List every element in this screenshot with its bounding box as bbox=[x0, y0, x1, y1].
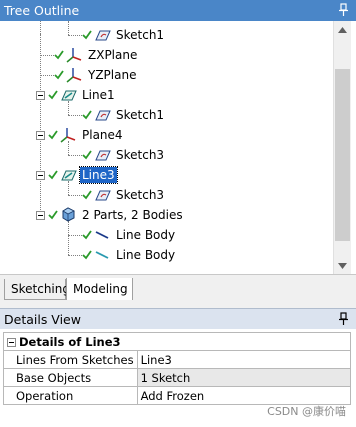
property-value[interactable]: Line3 bbox=[136, 350, 352, 369]
check-icon bbox=[54, 70, 64, 80]
details-group-row[interactable]: Details of Line3 bbox=[3, 332, 351, 351]
line-feature-icon bbox=[61, 90, 77, 101]
details-row-lines-from-sketches[interactable]: Lines From Sketches Line3 bbox=[3, 350, 352, 369]
tree-node-yzplane[interactable]: YZPlane bbox=[54, 65, 138, 85]
tree-node-line1[interactable]: Line1 bbox=[48, 85, 117, 105]
property-name: Base Objects bbox=[3, 368, 138, 387]
tree-node-line-body-1[interactable]: Line Body bbox=[82, 225, 177, 245]
check-icon bbox=[48, 170, 58, 180]
details-row-base-objects[interactable]: Base Objects 1 Sketch bbox=[3, 368, 352, 387]
details-group-title: Details of Line3 bbox=[19, 334, 121, 349]
plane-axes-icon bbox=[60, 128, 76, 143]
tree-node-sketch1-child[interactable]: Sketch1 bbox=[82, 105, 166, 125]
check-icon bbox=[82, 30, 92, 40]
tab-label: Modeling bbox=[73, 282, 128, 296]
expander-line3[interactable] bbox=[36, 171, 45, 180]
property-name: Lines From Sketches bbox=[3, 350, 138, 369]
tree-node-sketch3-child[interactable]: Sketch3 bbox=[82, 185, 166, 205]
sketch-icon bbox=[95, 190, 111, 201]
tab-label: Sketching bbox=[11, 282, 70, 296]
check-icon bbox=[82, 190, 92, 200]
details-table: Details of Line3 Lines From Sketches Lin… bbox=[3, 332, 352, 405]
tree-node-parts-bodies[interactable]: 2 Parts, 2 Bodies bbox=[48, 205, 185, 225]
tree-node-label: Line1 bbox=[82, 88, 115, 102]
tree-node-label: ZXPlane bbox=[88, 48, 138, 62]
expander-line1[interactable] bbox=[36, 91, 45, 100]
tree-node-label: YZPlane bbox=[88, 68, 137, 82]
sketch-icon bbox=[95, 30, 111, 41]
tree-outline-title: Tree Outline bbox=[4, 3, 80, 18]
parts-bodies-icon bbox=[62, 207, 75, 222]
details-row-operation[interactable]: Operation Add Frozen bbox=[3, 386, 352, 405]
property-value[interactable]: Add Frozen bbox=[136, 386, 352, 405]
tree-node-label: Line Body bbox=[116, 248, 176, 262]
check-icon bbox=[82, 110, 92, 120]
expander-plane4[interactable] bbox=[36, 131, 45, 140]
tree-node-label: Sketch3 bbox=[116, 148, 165, 162]
tree-node-label: Sketch1 bbox=[116, 108, 165, 122]
details-grid: Details of Line3 Lines From Sketches Lin… bbox=[0, 329, 356, 427]
sketch-icon bbox=[95, 150, 111, 161]
details-view-title: Details View bbox=[4, 311, 81, 327]
check-icon bbox=[48, 210, 58, 220]
tree-outline-header: Tree Outline bbox=[0, 0, 356, 21]
line-body-icon bbox=[95, 231, 109, 239]
check-icon bbox=[54, 50, 64, 60]
property-name: Operation bbox=[3, 386, 138, 405]
pin-icon[interactable] bbox=[338, 3, 350, 17]
tree-node-sketch3[interactable]: Sketch3 bbox=[82, 145, 166, 165]
plane-axes-icon bbox=[66, 48, 82, 63]
collapse-icon[interactable] bbox=[7, 337, 16, 347]
tree-node-label: Sketch1 bbox=[116, 28, 165, 42]
property-value[interactable]: 1 Sketch bbox=[136, 368, 352, 387]
tree-node-zxplane[interactable]: ZXPlane bbox=[54, 45, 139, 65]
scroll-down-arrow-icon[interactable] bbox=[334, 257, 351, 274]
sketch-icon bbox=[95, 110, 111, 121]
expander-parts-bodies[interactable] bbox=[36, 211, 45, 220]
tree-node-sketch1[interactable]: Sketch1 bbox=[82, 25, 166, 45]
line-feature-icon bbox=[61, 170, 77, 181]
check-icon bbox=[82, 150, 92, 160]
scroll-thumb[interactable] bbox=[335, 69, 350, 241]
tree-node-label: Line3 bbox=[79, 166, 118, 184]
check-icon bbox=[82, 250, 92, 260]
tree-node-label: Sketch3 bbox=[116, 188, 165, 202]
tree-node-label: Line Body bbox=[116, 228, 176, 242]
details-view-header: Details View bbox=[0, 308, 356, 329]
watermark: CSDN @康价喵 bbox=[267, 405, 346, 418]
check-icon bbox=[48, 130, 58, 140]
tree-node-label: 2 Parts, 2 Bodies bbox=[82, 208, 183, 222]
tree-node-line3[interactable]: Line3 bbox=[48, 165, 118, 185]
tab-strip: Sketching Modeling bbox=[0, 274, 356, 301]
scroll-up-arrow-icon[interactable] bbox=[334, 21, 351, 38]
plane-axes-icon bbox=[66, 68, 82, 83]
tree-view[interactable]: Sketch1 ZXPlane YZPlane Line1 Sketch1 Pl… bbox=[0, 21, 356, 274]
tree-node-plane4[interactable]: Plane4 bbox=[48, 125, 125, 145]
tab-modeling[interactable]: Modeling bbox=[66, 278, 133, 301]
pin-icon[interactable] bbox=[338, 312, 350, 326]
tab-sketching[interactable]: Sketching bbox=[4, 279, 70, 300]
line-body-icon bbox=[95, 251, 109, 259]
panel-splitter[interactable] bbox=[0, 300, 356, 308]
check-icon bbox=[82, 230, 92, 240]
check-icon bbox=[48, 90, 58, 100]
tree-node-line-body-2[interactable]: Line Body bbox=[82, 245, 177, 265]
tree-scrollbar[interactable] bbox=[333, 21, 351, 274]
tree-node-label: Plane4 bbox=[82, 128, 123, 142]
